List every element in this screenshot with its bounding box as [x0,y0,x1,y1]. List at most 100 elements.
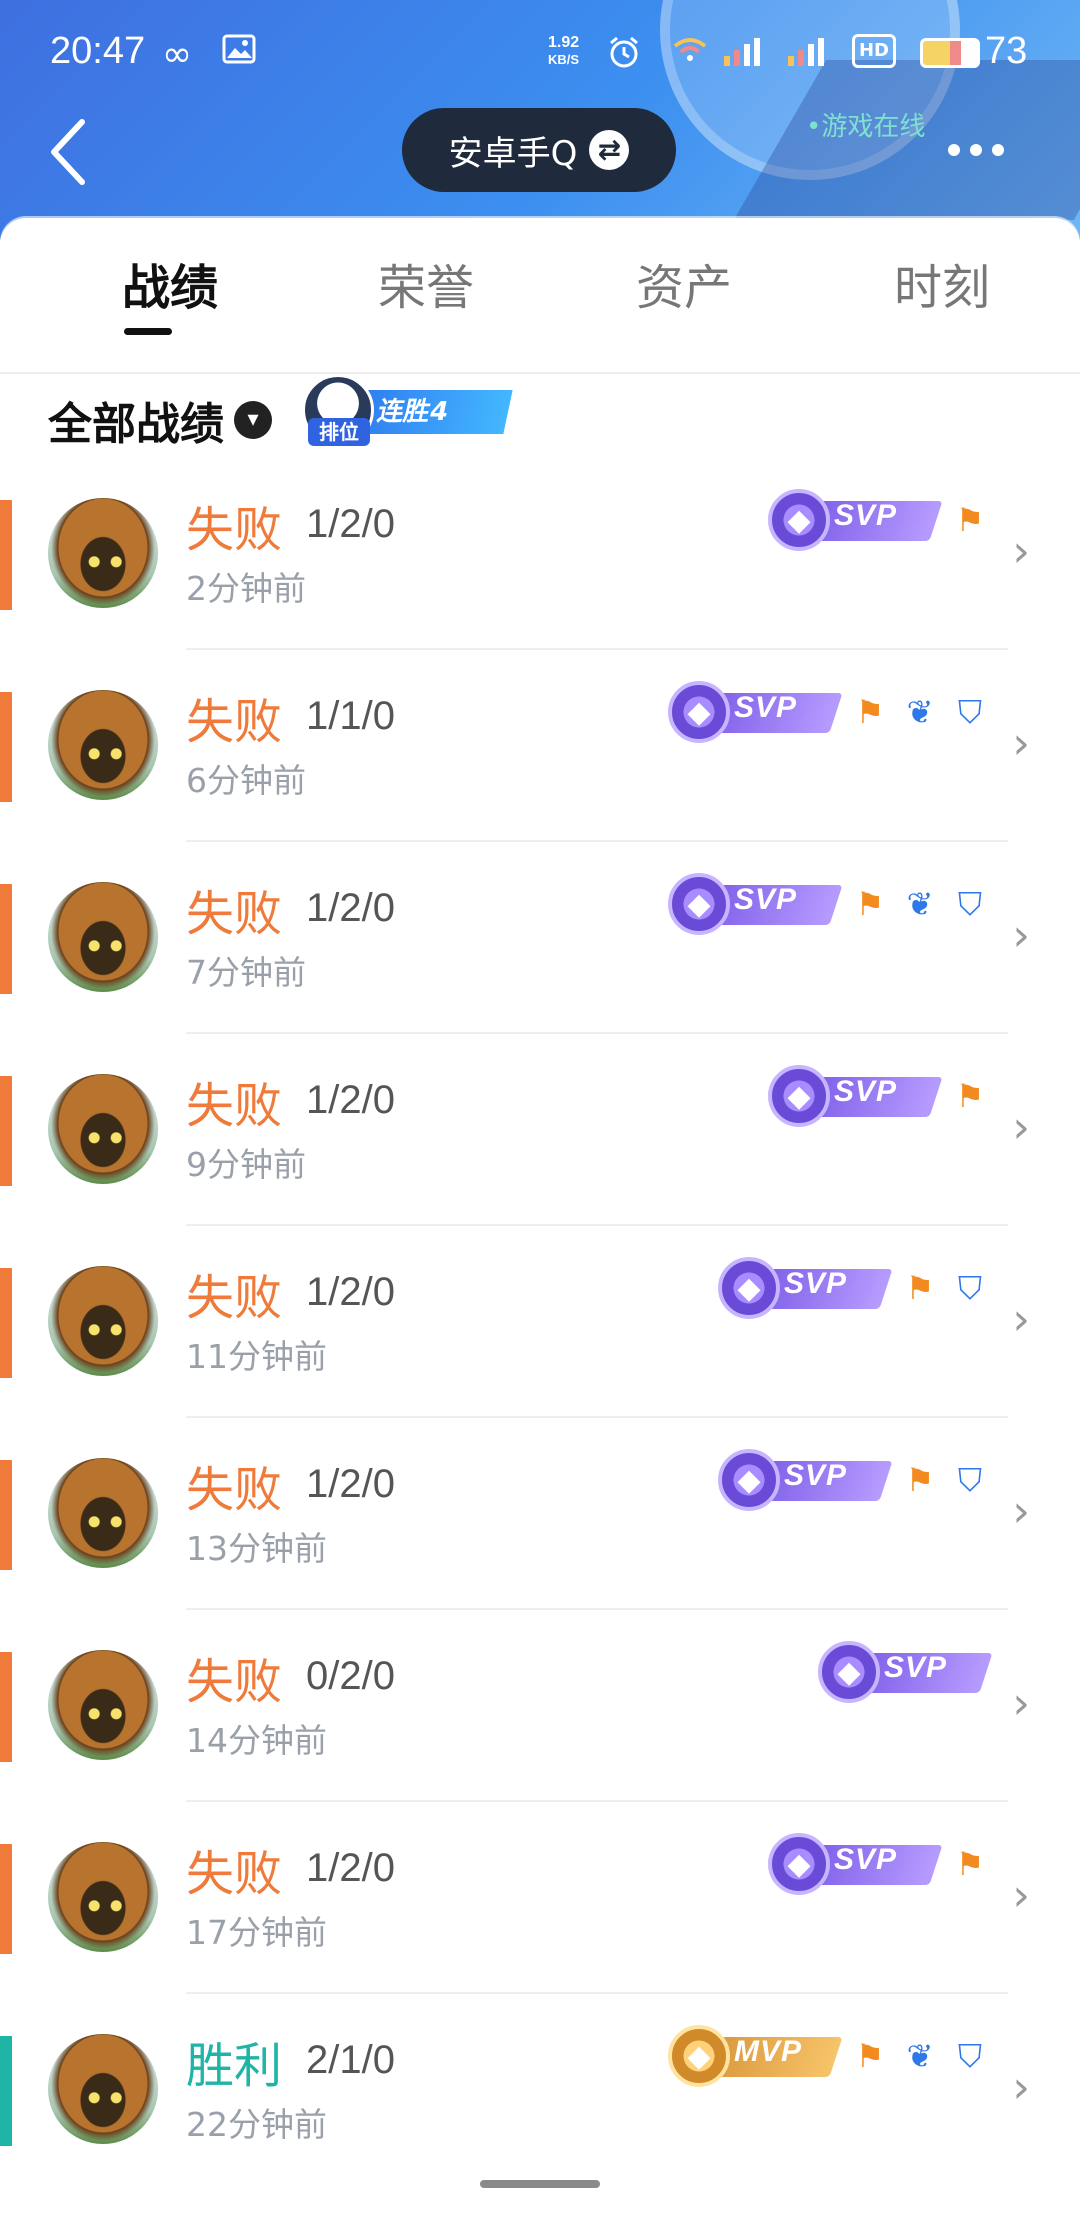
result-indicator-bar [0,1076,12,1186]
flag-icon: ⚑ [855,693,885,731]
tab-honors[interactable]: 荣誉 [326,248,526,318]
shield-icon: ⛉ [957,693,982,731]
match-kda: 1/2/0 [306,1078,395,1122]
hero-avatar [48,1458,158,1568]
match-row[interactable]: 失败 1/2/0 17分钟前 ◆ SVP ⚑ › [0,1832,1080,2024]
result-indicator-bar [0,1268,12,1378]
shield-icon: ⛉ [957,885,982,923]
result-indicator-bar [0,500,12,610]
match-result: 失败 [186,1078,283,1134]
match-badges: ◆ SVP ⚑ [768,1832,988,1896]
online-dot-icon: • [806,112,822,142]
badge-label: SVP [734,691,798,724]
match-time: 6分钟前 [186,761,306,800]
account-switcher[interactable]: 安卓手Q ⇄ [402,108,676,192]
battery-icon [920,38,980,68]
match-row[interactable]: 失败 1/2/0 9分钟前 ◆ SVP ⚑ › [0,1064,1080,1256]
match-badges: ◆ MVP ⚑ ❦ ⛉ [668,2024,988,2088]
match-row[interactable]: 失败 1/2/0 2分钟前 ◆ SVP ⚑ › [0,488,1080,680]
more-options-button[interactable] [948,120,1018,180]
tab-active-indicator [124,328,172,335]
tab-moments[interactable]: 时刻 [842,248,1042,318]
records-filter[interactable]: 全部战绩 ▾ [48,390,272,450]
match-badges: ◆ SVP ⚑ ⛉ [718,1448,988,1512]
match-time: 14分钟前 [186,1721,327,1760]
match-row[interactable]: 失败 1/2/0 7分钟前 ◆ SVP ⚑ ❦ ⛉ › [0,872,1080,1064]
match-badges: ◆ SVP [818,1640,993,1704]
match-kda: 1/2/0 [306,1462,395,1506]
flag-icon: ⚑ [855,885,885,923]
match-badges: ◆ SVP ⚑ [768,1064,988,1128]
svp-badge: ◆ SVP [818,1641,993,1703]
chevron-right-icon: › [1012,1678,1030,1729]
result-indicator-bar [0,1844,12,1954]
tab-bar: 战绩 荣誉 资产 时刻 [0,218,1080,374]
online-status: •游戏在线 [806,112,926,142]
result-indicator-bar [0,2036,12,2146]
home-indicator[interactable] [480,2180,600,2188]
match-badges: ◆ SVP ⚑ [768,488,988,552]
match-badges: ◆ SVP ⚑ ❦ ⛉ [668,680,988,744]
match-time: 7分钟前 [186,953,306,992]
badge-emblem-icon: ◆ [718,1257,780,1319]
match-row[interactable]: 失败 1/1/0 6分钟前 ◆ SVP ⚑ ❦ ⛉ › [0,680,1080,872]
row-divider [186,840,1008,842]
row-divider [186,648,1008,650]
match-kda: 0/2/0 [306,1654,395,1698]
signal-icon-sim2 [786,34,836,68]
result-indicator-bar [0,1460,12,1570]
row-divider [186,1416,1008,1418]
row-divider [186,1608,1008,1610]
svp-badge: ◆ SVP [718,1257,893,1319]
app-header: 20:47 ∞ 1.92 KB/S HD 73 安卓手Q ⇄ •游戏在线 [0,0,1080,240]
match-time: 22分钟前 [186,2105,327,2144]
match-result: 失败 [186,502,283,558]
match-result: 失败 [186,1846,283,1902]
chevron-right-icon: › [1012,910,1030,961]
match-row[interactable]: 失败 1/2/0 13分钟前 ◆ SVP ⚑ ⛉ › [0,1448,1080,1640]
signal-icon-sim1 [722,34,772,68]
row-divider [186,1032,1008,1034]
result-indicator-bar [0,692,12,802]
row-divider [186,1224,1008,1226]
flag-icon: ⚑ [855,2037,885,2075]
shield-icon: ⛉ [957,1269,982,1307]
battery-level: 73 [985,30,1028,72]
match-kda: 1/2/0 [306,886,395,930]
match-time: 9分钟前 [186,1145,306,1184]
match-kda: 2/1/0 [306,2038,395,2082]
chevron-right-icon: › [1012,2062,1030,2113]
chevron-right-icon: › [1012,718,1030,769]
match-time: 2分钟前 [186,569,306,608]
badge-label: SVP [784,1459,848,1492]
match-kda: 1/1/0 [306,694,395,738]
back-button[interactable] [40,112,100,192]
badge-emblem-icon: ◆ [668,2025,730,2087]
status-time: 20:47 [50,30,146,72]
flag-icon: ⚑ [955,1845,985,1883]
match-badges: ◆ SVP ⚑ ⛉ [718,1256,988,1320]
tab-records[interactable]: 战绩 [70,248,270,318]
chevron-right-icon: › [1012,1294,1030,1345]
match-row[interactable]: 失败 0/2/0 14分钟前 ◆ SVP › [0,1640,1080,1832]
feather-icon: ❦ [906,885,934,923]
svp-badge: ◆ SVP [718,1449,893,1511]
swap-icon: ⇄ [589,130,630,170]
hero-avatar [48,690,158,800]
hero-avatar [48,1074,158,1184]
match-result: 失败 [186,1654,283,1710]
match-row[interactable]: 失败 1/2/0 11分钟前 ◆ SVP ⚑ ⛉ › [0,1256,1080,1448]
badge-emblem-icon: ◆ [768,1833,830,1895]
flag-icon: ⚑ [905,1269,935,1307]
match-result: 失败 [186,694,283,750]
hd-icon: HD [852,34,896,68]
badge-label: SVP [834,499,898,532]
badge-label: SVP [834,1843,898,1876]
svp-badge: ◆ SVP [768,1065,943,1127]
badge-emblem-icon: ◆ [668,681,730,743]
row-divider [186,1992,1008,1994]
tab-assets[interactable]: 资产 [584,248,784,318]
chevron-right-icon: › [1012,526,1030,577]
hero-avatar [48,2034,158,2144]
infinity-icon: ∞ [162,34,192,75]
